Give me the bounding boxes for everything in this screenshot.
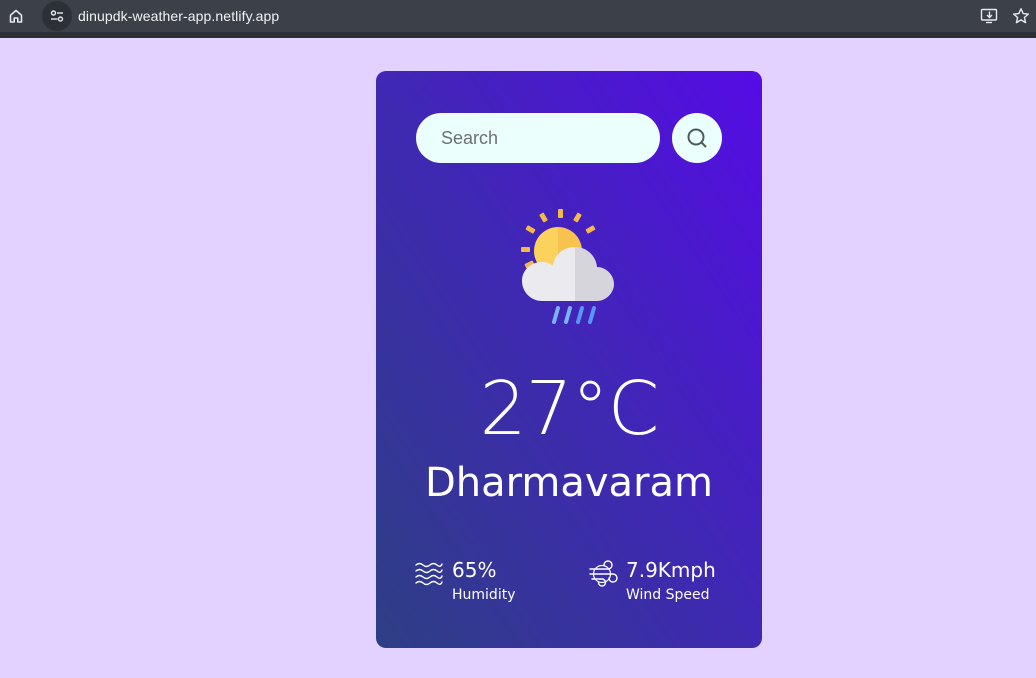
search-icon <box>687 128 707 148</box>
search-button[interactable] <box>672 113 722 163</box>
home-icon <box>9 9 23 23</box>
address-bar[interactable]: dinupdk-weather-app.netlify.app <box>42 1 962 31</box>
temperature-reading: 27°C <box>479 366 660 452</box>
home-button[interactable] <box>0 0 32 32</box>
city-name: Dharmavaram <box>425 460 713 506</box>
site-info-icon <box>50 10 64 22</box>
humidity-detail: 65% Humidity <box>414 557 515 605</box>
wind-icon <box>589 560 618 587</box>
humidity-label: Humidity <box>452 587 516 603</box>
bookmark-star-icon[interactable] <box>1012 7 1030 25</box>
wind-speed-label: Wind Speed <box>626 587 710 603</box>
url-text[interactable]: dinupdk-weather-app.netlify.app <box>78 8 279 24</box>
toolbar-divider <box>0 32 1036 38</box>
wind-detail: 7.9Kmph Wind Speed <box>588 557 716 605</box>
humidity-waves-icon <box>415 562 443 586</box>
browser-toolbar: dinupdk-weather-app.netlify.app <box>0 0 1036 32</box>
install-app-icon[interactable] <box>980 7 998 25</box>
weather-card: 27°C Dharmavaram 65% Humidity 7.9K <box>376 71 762 648</box>
site-info-button[interactable] <box>42 1 72 31</box>
humidity-value: 65% <box>452 558 497 582</box>
search-input[interactable] <box>416 113 660 163</box>
sun-cloud-rain-icon <box>521 209 614 324</box>
wind-speed-value: 7.9Kmph <box>626 558 716 582</box>
